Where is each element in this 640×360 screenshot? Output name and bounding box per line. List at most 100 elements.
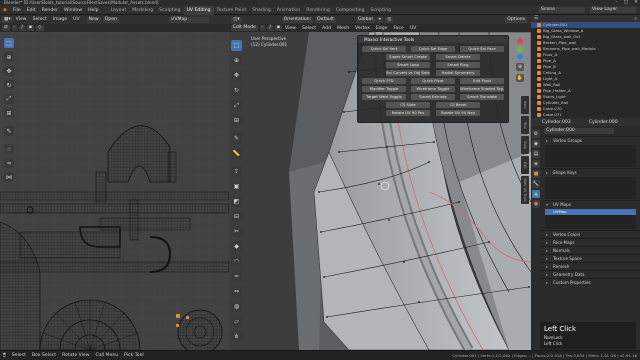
tool-tab-icon[interactable]: ⚙ bbox=[532, 130, 540, 138]
measure-tool-icon[interactable]: 📏 bbox=[231, 148, 242, 159]
section-texture-space[interactable]: ▸ Texture Space bbox=[541, 254, 640, 262]
viewport-editor-type-button[interactable]: ◫▾ bbox=[231, 16, 242, 23]
y-axis-icon[interactable] bbox=[517, 46, 523, 52]
cs-slide-button[interactable]: CS Slide bbox=[386, 102, 430, 108]
uvmap-selector[interactable]: UVMap bbox=[169, 16, 209, 23]
shape-keys-list[interactable] bbox=[545, 177, 636, 199]
uv-select-tool-icon[interactable]: ⬚ bbox=[4, 38, 14, 48]
menu-file[interactable]: File bbox=[10, 6, 24, 15]
outliner-search-icon[interactable]: ⌕ bbox=[634, 16, 637, 22]
quick-ffd-button[interactable]: Quick FFD bbox=[362, 78, 406, 84]
uv-transform-tool-icon[interactable]: ⊞ bbox=[4, 108, 14, 118]
uv-edge-mode-icon[interactable]: / bbox=[19, 25, 25, 31]
view-layer-selector[interactable]: View Layer bbox=[590, 7, 636, 13]
zoom-icon[interactable]: ⊕ bbox=[516, 63, 524, 71]
scene-tab-icon[interactable]: ◈ bbox=[532, 160, 540, 168]
tab-texture-paint[interactable]: Texture Paint bbox=[214, 6, 250, 15]
modifier-tab-icon[interactable]: 🔧 bbox=[532, 180, 540, 188]
uv-map-entry[interactable]: UVMap bbox=[545, 209, 636, 215]
uv-pinch-tool-icon[interactable]: ⋈ bbox=[4, 172, 14, 182]
super-smart-create-button[interactable]: Super Smart Create bbox=[386, 54, 430, 60]
annotate-tool-icon[interactable]: ✎ bbox=[231, 133, 242, 144]
options-dropdown[interactable]: Options bbox=[505, 16, 527, 23]
uv-cursor-tool-icon[interactable]: ⊕ bbox=[4, 52, 14, 62]
image-open-button[interactable]: Open bbox=[102, 16, 119, 23]
wireframe-shaded-toggle-button[interactable]: Wireframe Shaded Tog. bbox=[460, 86, 504, 92]
poly-build-tool-icon[interactable]: ◆ bbox=[231, 241, 242, 252]
uv-editor-canvas[interactable]: ⬚ ⊕ ✥ ↻ ⤢ ⊞ ✎ ☝ ≈ ⋈ bbox=[0, 32, 229, 350]
quick-pivot-button[interactable]: Quick Pivot bbox=[411, 78, 455, 84]
uv-menu-uv[interactable]: UV bbox=[70, 15, 83, 24]
shear-tool-icon[interactable]: ▱ bbox=[231, 316, 242, 327]
inset-tool-icon[interactable]: ▣ bbox=[231, 181, 242, 192]
orientation-dropdown[interactable]: Default bbox=[315, 16, 336, 23]
quick-sel-vert-button[interactable]: Quick Sel Vert bbox=[362, 46, 406, 52]
scale-tool-icon[interactable]: ⤢ bbox=[231, 100, 242, 111]
uv-relax-tool-icon[interactable]: ≈ bbox=[4, 158, 14, 168]
vertex-select-mode-icon[interactable]: · bbox=[259, 25, 266, 31]
mesh-data-tab-icon[interactable]: ▲ bbox=[532, 190, 540, 198]
spin-tool-icon[interactable]: ◠ bbox=[231, 256, 242, 267]
menu-edit[interactable]: Edit bbox=[24, 6, 39, 15]
material-tab-icon[interactable]: ● bbox=[532, 200, 540, 208]
object-tab-icon[interactable]: ■ bbox=[532, 170, 540, 178]
pan-icon[interactable]: ✋ bbox=[516, 74, 524, 82]
tab-modeling[interactable]: Modeling bbox=[129, 6, 156, 15]
tab-uv-editing[interactable]: UV Editing bbox=[183, 5, 214, 15]
smart-translate-button[interactable]: Smart Translate bbox=[460, 94, 504, 100]
section-uv-maps[interactable]: ▾ UV Maps bbox=[541, 200, 640, 208]
smooth-tool-icon[interactable]: ≈ bbox=[231, 271, 242, 282]
menu-render[interactable]: Render bbox=[39, 6, 61, 15]
tab-compositing[interactable]: Compositing bbox=[333, 6, 368, 15]
render-tab-icon[interactable]: ◉ bbox=[532, 140, 540, 148]
edge-select-mode-icon[interactable]: / bbox=[267, 25, 273, 31]
modifier-toggle-button[interactable]: Modifier Toggle bbox=[362, 86, 406, 92]
section-vertex-colors[interactable]: ▸ Vertex Colors bbox=[541, 230, 640, 238]
3d-viewport[interactable]: User Perspective (12) Cylinder.001 Maxiv… bbox=[229, 32, 531, 350]
wireframe-toggle-button[interactable]: Wireframe Toggle bbox=[411, 86, 455, 92]
image-new-button[interactable]: New bbox=[86, 16, 101, 23]
scene-selector[interactable]: Scene bbox=[539, 7, 585, 13]
menu-help[interactable]: Help bbox=[85, 6, 101, 15]
section-geometry-data[interactable]: ▸ Geometry Data bbox=[541, 270, 640, 278]
smart-loop-button[interactable]: Smart Loop bbox=[386, 62, 430, 68]
z-axis-icon[interactable] bbox=[517, 54, 523, 60]
blender-logo-icon[interactable]: ◉ bbox=[0, 6, 10, 15]
tab-rendering[interactable]: Rendering bbox=[303, 6, 332, 15]
smart-ring-button[interactable]: Smart Ring bbox=[436, 62, 480, 68]
uv-menu-view[interactable]: View bbox=[13, 15, 30, 24]
rotate-uv-neg-button[interactable]: Rotate UV 90 Neg bbox=[436, 110, 480, 116]
uv-vertex-mode-icon[interactable]: · bbox=[11, 25, 18, 31]
select-box-tool-icon[interactable]: ⬚ bbox=[231, 40, 242, 51]
uv-scale-tool-icon[interactable]: ⤢ bbox=[4, 94, 14, 104]
uv-face-mode-icon[interactable]: ▪ bbox=[26, 25, 35, 31]
sel-curvels-button[interactable]: Sel Curvels vs Obj Select bbox=[386, 70, 430, 76]
editor-type-button[interactable]: ▦▾ bbox=[2, 16, 13, 23]
transform-tool-icon[interactable]: ⊞ bbox=[231, 115, 242, 126]
side-tab-tool[interactable]: Tool bbox=[521, 116, 529, 134]
tab-layout[interactable]: Layout bbox=[108, 6, 130, 15]
transform-orientation-dropdown[interactable]: Global bbox=[355, 16, 375, 23]
side-tab-mark-uv-tools[interactable]: Mark UV Tools bbox=[521, 176, 529, 204]
tab-scripting[interactable]: Scripting bbox=[368, 6, 394, 15]
snap-icon[interactable]: ⌖ bbox=[376, 16, 384, 23]
uv-menu-image[interactable]: Image bbox=[50, 15, 70, 24]
move-tool-icon[interactable]: ✥ bbox=[231, 70, 242, 81]
section-normals[interactable]: ▸ Normals bbox=[541, 246, 640, 254]
cs-bevel-button[interactable]: CS Bevel bbox=[436, 102, 480, 108]
mesh-datablock-field[interactable]: Cylinder.000 bbox=[544, 127, 614, 134]
loop-cut-tool-icon[interactable]: ⊟ bbox=[231, 211, 242, 222]
bevel-tool-icon[interactable]: ◩ bbox=[231, 196, 242, 207]
uv-maps-list[interactable]: UVMap bbox=[545, 209, 636, 229]
uv-move-tool-icon[interactable]: ✥ bbox=[4, 66, 14, 76]
uv-rotate-tool-icon[interactable]: ↻ bbox=[4, 80, 14, 90]
side-tab-item[interactable]: Item bbox=[521, 96, 529, 114]
section-custom-properties[interactable]: ▸ Custom Properties bbox=[541, 278, 640, 286]
uv-sync-toggle[interactable]: ⇄ bbox=[2, 25, 10, 31]
shrink-fatten-tool-icon[interactable]: ◍ bbox=[231, 301, 242, 312]
smart-delete-button[interactable]: Smart Delete bbox=[436, 54, 480, 60]
rip-tool-icon[interactable]: ⋔ bbox=[231, 331, 242, 342]
rotate-tool-icon[interactable]: ↻ bbox=[231, 85, 242, 96]
menu-window[interactable]: Window bbox=[61, 6, 85, 15]
side-tab-view[interactable]: View bbox=[521, 136, 529, 154]
